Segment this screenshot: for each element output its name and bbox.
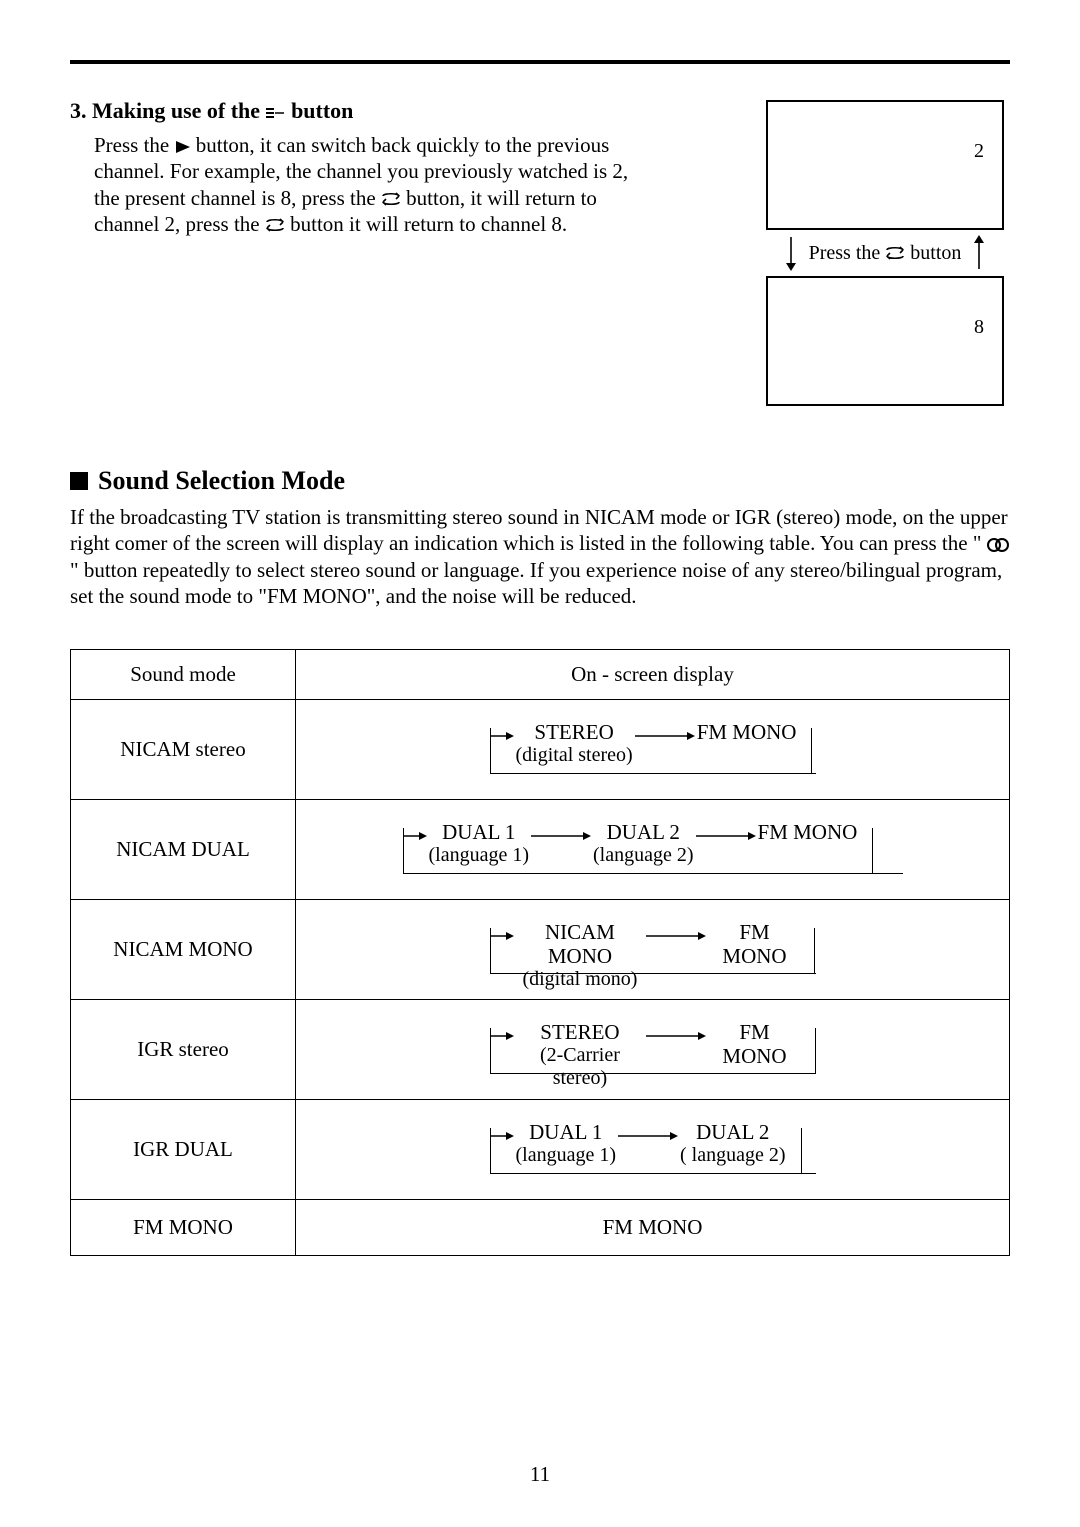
section3-heading-suffix: button bbox=[286, 98, 354, 123]
diagram-top-channel: 2 bbox=[974, 140, 984, 163]
cycle-loop-line bbox=[490, 728, 816, 774]
return-swap-icon bbox=[381, 191, 401, 207]
sound-body-p1: If the broadcasting TV station is transm… bbox=[70, 505, 1008, 555]
arrow-up-icon bbox=[971, 235, 987, 271]
sound-button-icon bbox=[987, 537, 1009, 553]
sound-body-p2: " button repeatedly to select stereo sou… bbox=[70, 558, 1002, 608]
section-bullet-icon bbox=[70, 472, 88, 490]
table-display-cell: FM MONO bbox=[296, 1200, 1010, 1256]
table-mode-cell: NICAM MONO bbox=[71, 900, 296, 1000]
table-mode-cell: NICAM DUAL bbox=[71, 800, 296, 900]
section3-body: Press the button, it can switch back qui… bbox=[70, 132, 630, 237]
cycle-loop-line bbox=[403, 828, 903, 874]
table-mode-cell: FM MONO bbox=[71, 1200, 296, 1256]
section3-heading-prefix: 3. Making use of the bbox=[70, 98, 266, 123]
diagram-press-suffix: button bbox=[905, 242, 961, 264]
play-triangle-icon bbox=[175, 140, 191, 154]
section3-body-p1: Press the bbox=[94, 133, 175, 157]
diagram-bottom-box: 8 bbox=[766, 276, 1004, 406]
table-mode-cell: NICAM stereo bbox=[71, 700, 296, 800]
table-display-cell: DUAL 1(language 1)DUAL 2(language 2)FM M… bbox=[296, 800, 1010, 900]
cycle-loop-line bbox=[490, 1128, 816, 1174]
return-swap-icon bbox=[265, 217, 285, 233]
section3-body-p4: button it will return to channel 8. bbox=[285, 212, 567, 236]
table-display-cell: STEREO(2-Carrier stereo)FM MONO bbox=[296, 1000, 1010, 1100]
cycle-loop-line bbox=[490, 928, 816, 974]
table-display-cell: DUAL 1(language 1)DUAL 2( language 2) bbox=[296, 1100, 1010, 1200]
table-display-cell: NICAM MONO(digital mono)FM MONO bbox=[296, 900, 1010, 1000]
page-number: 11 bbox=[0, 1462, 1080, 1487]
table-mode-cell: IGR DUAL bbox=[71, 1100, 296, 1200]
diagram-press-label: Press the button bbox=[809, 242, 962, 265]
table-header-display: On - screen display bbox=[296, 650, 1010, 700]
sound-section-body: If the broadcasting TV station is transm… bbox=[70, 504, 1010, 609]
table-display-cell: STEREO(digital stereo)FM MONO bbox=[296, 700, 1010, 800]
table-header-mode: Sound mode bbox=[71, 650, 296, 700]
diagram-press-prefix: Press the bbox=[809, 242, 886, 264]
diagram-bottom-channel: 8 bbox=[974, 316, 984, 339]
arrow-down-icon bbox=[783, 235, 799, 271]
sound-section-heading: Sound Selection Mode bbox=[98, 466, 345, 496]
section3-heading: 3. Making use of the button bbox=[70, 98, 736, 124]
diagram-top-box: 2 bbox=[766, 100, 1004, 230]
table-mode-cell: IGR stereo bbox=[71, 1000, 296, 1100]
channel-switch-diagram: 2 Press the button 8 bbox=[760, 98, 1010, 406]
sound-mode-table: Sound mode On - screen display NICAM ste… bbox=[70, 649, 1010, 1256]
return-strike-icon bbox=[266, 106, 286, 120]
cycle-loop-line bbox=[490, 1028, 816, 1074]
return-swap-icon bbox=[885, 245, 905, 261]
